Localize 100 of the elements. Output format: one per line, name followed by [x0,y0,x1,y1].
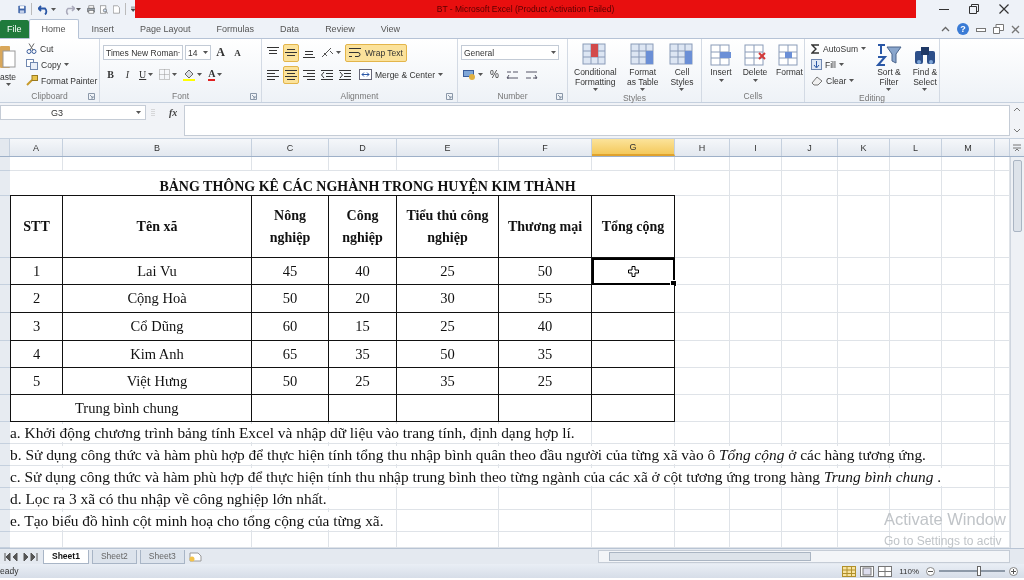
dialog-launcher-icon[interactable] [88,93,95,100]
wrap-text-button[interactable]: Wrap Text [345,43,407,62]
instruction-text: a. Khởi động chương trình bảng tính Excel và nhập dữ liệu vào trang tính, định dạng hợp lí. [10,424,577,442]
horizontal-align-button[interactable] [283,65,299,84]
ribbon-tab[interactable]: Review [312,20,368,38]
insert-sheet-icon[interactable] [187,551,202,562]
table-header: Tiểu thủ công nghiệp [397,196,499,258]
column-header[interactable]: H [675,139,730,156]
help-button[interactable]: ? [957,23,969,35]
group-label: Clipboard [31,91,68,101]
undo-button[interactable] [36,2,57,16]
horizontal-scrollbar[interactable] [598,550,1010,563]
column-header[interactable]: G [592,139,675,156]
column-header[interactable]: A [10,139,63,156]
merge-cells-icon [359,69,372,80]
format-as-table-button[interactable]: Format as Table [621,41,664,93]
page-layout-view-icon[interactable] [860,565,875,577]
column-header[interactable]: I [730,139,782,156]
column-header[interactable]: E [397,139,499,156]
printer-icon[interactable] [86,2,96,16]
page-break-view-icon[interactable] [878,565,893,577]
table-cell[interactable] [592,368,675,395]
format-painter-button[interactable]: Format Painter [23,73,101,88]
zoom-level[interactable]: 110% [899,566,919,576]
column-header[interactable]: D [329,139,397,156]
column-header[interactable]: C [252,139,329,156]
table-cell: 25 [397,258,499,285]
find-select-button[interactable]: Find & Select [908,41,941,93]
dialog-launcher-icon[interactable] [446,93,453,100]
collapse-ribbon-icon[interactable] [941,26,950,32]
zoom-in-icon[interactable] [1009,566,1018,576]
table-cell[interactable] [592,313,675,341]
table-cell: 60 [252,313,329,341]
name-box[interactable]: G3 [0,105,146,120]
sheet-tab[interactable]: Sheet1 [43,549,89,564]
font-color-button[interactable]: A [206,65,225,84]
column-header[interactable]: K [838,139,890,156]
sheet-tab[interactable]: Sheet3 [139,549,185,564]
delete-cells-button[interactable]: Delete [739,41,771,90]
clear-button[interactable]: Clear [808,73,869,88]
column-header[interactable]: J [782,139,838,156]
column-header[interactable]: B [63,139,252,156]
vertical-align-button[interactable] [283,43,299,62]
table-cell[interactable] [592,341,675,368]
borders-icon [159,69,171,80]
number-format-dropdown[interactable]: General [461,45,559,60]
percent-button[interactable]: % [487,65,502,84]
copy-button[interactable]: Copy [23,57,101,72]
ribbon-tab[interactable]: Insert [78,20,128,38]
fill-button[interactable]: Fill [808,57,869,72]
sort-filter-button[interactable]: Sort & Filter [872,41,905,93]
sheet-navigation-icon[interactable] [4,552,40,561]
table-header: Công nghiệp [329,196,397,258]
shrink-font-button[interactable]: A [230,43,245,62]
cut-button[interactable]: Cut [23,41,101,56]
italic-button[interactable]: I [120,65,135,84]
caret-icon [592,88,598,91]
font-name-dropdown[interactable]: Times New Roman [103,45,183,60]
table-cell: 50 [499,258,592,285]
bold-button[interactable]: B [103,65,118,84]
conditional-formatting-button[interactable]: Conditional Formatting [571,41,620,93]
ribbon-tab[interactable]: Page Layout [127,20,204,38]
ribbon-tab[interactable]: Data [267,20,313,38]
dialog-launcher-icon[interactable] [250,93,257,100]
table-cell: 40 [499,313,592,341]
dialog-launcher-icon[interactable] [556,93,563,100]
restore-icon[interactable] [968,3,980,15]
table-cell[interactable] [592,285,675,313]
selected-cell[interactable] [592,258,675,285]
autosum-button[interactable]: AutoSum [808,41,869,56]
ribbon-tab[interactable]: View [367,20,413,38]
zoom-slider-thumb[interactable] [976,566,981,576]
table-cell: 50 [397,341,499,368]
expand-formula-icon[interactable] [1013,105,1021,135]
column-header[interactable]: M [942,139,995,156]
paste-button[interactable]: aste [0,41,20,88]
grow-font-button[interactable]: A [213,43,228,62]
format-cells-button[interactable]: Format [773,41,806,90]
normal-view-icon[interactable] [842,565,857,577]
split-handle-icon[interactable] [1012,142,1022,153]
close-icon[interactable] [998,3,1010,15]
vertical-scrollbar[interactable] [1010,157,1024,548]
insert-function-button[interactable]: fx [162,105,185,120]
wrap-text-icon [349,47,362,58]
cell-styles-button[interactable]: Cell Styles [665,41,698,93]
document-icon[interactable] [113,2,121,16]
sheet-tab[interactable]: Sheet2 [91,549,137,564]
zoom-out-icon[interactable] [926,566,935,576]
column-header[interactable]: L [890,139,942,156]
print-preview-icon[interactable] [100,2,109,16]
customize-icon[interactable] [130,5,135,13]
file-tab[interactable]: File [0,20,29,38]
group-label: Font [172,91,189,101]
insert-cells-button[interactable]: Insert [705,41,737,90]
ribbon-tab[interactable]: Home [28,19,79,39]
font-size-dropdown[interactable]: 14 [185,45,211,60]
ribbon-tab[interactable]: Formulas [203,20,268,38]
merge-center-button[interactable]: Merge & Center [355,65,447,84]
formula-input[interactable] [184,105,1010,136]
underline-button[interactable]: U [137,65,156,84]
